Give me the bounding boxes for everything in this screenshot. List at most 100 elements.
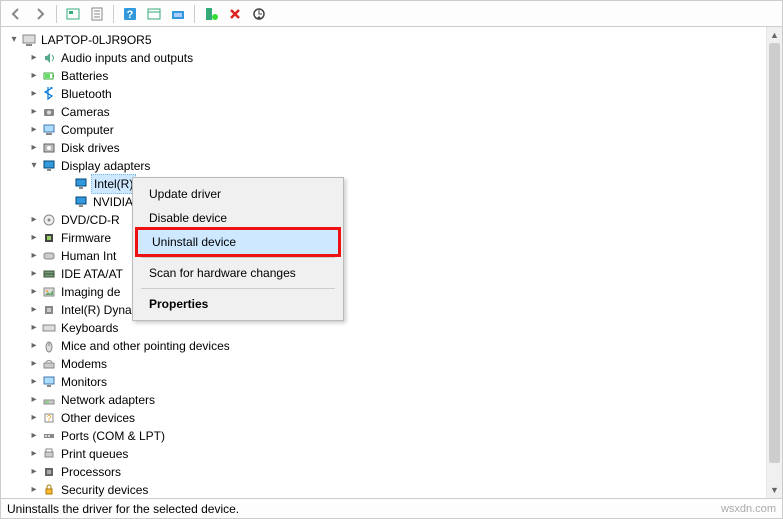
expander-icon[interactable]: ▾ — [27, 157, 41, 175]
tree-category[interactable]: ▸ Security devices — [1, 481, 782, 498]
expander-icon[interactable]: ▸ — [27, 355, 41, 373]
toolbar-separator — [113, 5, 114, 23]
category-label: Keyboards — [61, 319, 118, 337]
display-icon — [73, 176, 89, 192]
tree-category[interactable]: ▸ Human Int — [1, 247, 782, 265]
expander-icon[interactable]: ▸ — [27, 265, 41, 283]
tree-device[interactable]: Intel(R) — [1, 175, 782, 193]
scroll-up-icon[interactable]: ▲ — [767, 27, 782, 43]
category-label: Monitors — [61, 373, 107, 391]
show-hidden-button[interactable] — [62, 3, 84, 25]
expander-icon[interactable]: ▸ — [27, 409, 41, 427]
properties-button[interactable] — [86, 3, 108, 25]
remove-button[interactable] — [224, 3, 246, 25]
expander-icon[interactable]: ▸ — [27, 283, 41, 301]
expander-icon[interactable]: ▸ — [27, 463, 41, 481]
dvd-icon — [41, 212, 57, 228]
tree-category[interactable]: ▸Disk drives — [1, 139, 782, 157]
tree-category[interactable]: ▸?Other devices — [1, 409, 782, 427]
tree-category[interactable]: ▸ Cameras — [1, 103, 782, 121]
network-icon — [41, 392, 57, 408]
expander-icon[interactable]: ▸ — [27, 67, 41, 85]
expander-icon[interactable]: ▸ — [27, 121, 41, 139]
tree-device[interactable]: NVIDIA — [1, 193, 782, 211]
tree-root[interactable]: ▾ LAPTOP-0LJR9OR5 — [1, 31, 782, 49]
root-label: LAPTOP-0LJR9OR5 — [41, 31, 152, 49]
tree-category[interactable]: ▸ Ports (COM & LPT) — [1, 427, 782, 445]
update-button[interactable] — [248, 3, 270, 25]
back-button[interactable] — [5, 3, 27, 25]
tree-category[interactable]: ▸ Monitors — [1, 373, 782, 391]
tree-category[interactable]: ▸ Batteries — [1, 67, 782, 85]
expander-icon[interactable]: ▸ — [27, 301, 41, 319]
toolbar: ? — [1, 1, 782, 27]
scan-button[interactable] — [167, 3, 189, 25]
device-tree[interactable]: ▾ LAPTOP-0LJR9OR5 ▸Audio inputs and outp… — [1, 27, 782, 498]
forward-button[interactable] — [29, 3, 51, 25]
category-label: Batteries — [61, 67, 108, 85]
category-label: Mice and other pointing devices — [61, 337, 230, 355]
menu-update-driver[interactable]: Update driver — [135, 182, 341, 206]
view-button[interactable] — [143, 3, 165, 25]
tree-category[interactable]: ▸Print queues — [1, 445, 782, 463]
expander-icon[interactable]: ▸ — [27, 427, 41, 445]
category-label: Imaging de — [61, 283, 120, 301]
category-label: Network adapters — [61, 391, 155, 409]
tree-category[interactable]: ▸Intel(R) Dynamic Platform and Thermal F… — [1, 301, 782, 319]
status-text: Uninstalls the driver for the selected d… — [7, 502, 239, 516]
category-label: Ports (COM & LPT) — [61, 427, 165, 445]
category-label: Firmware — [61, 229, 111, 247]
tree-category[interactable]: ▸IDE ATA/AT — [1, 265, 782, 283]
expander-icon[interactable]: ▸ — [27, 481, 41, 498]
bluetooth-icon — [41, 86, 57, 102]
expander-icon[interactable]: ▸ — [27, 85, 41, 103]
computer-icon — [21, 32, 37, 48]
expander-icon[interactable]: ▾ — [7, 31, 21, 49]
tree-category[interactable]: ▸ Mice and other pointing devices — [1, 337, 782, 355]
tree-category[interactable]: ▸Audio inputs and outputs — [1, 49, 782, 67]
tree-category[interactable]: ▸ Bluetooth — [1, 85, 782, 103]
vertical-scrollbar[interactable]: ▲ ▼ — [766, 27, 782, 498]
expander-icon[interactable]: ▸ — [27, 247, 41, 265]
ide-icon — [41, 266, 57, 282]
category-label: Human Int — [61, 247, 116, 265]
menu-uninstall-device[interactable]: Uninstall device — [138, 230, 338, 254]
menu-scan-changes[interactable]: Scan for hardware changes — [135, 261, 341, 285]
expander-icon[interactable]: ▸ — [27, 103, 41, 121]
computer-icon — [41, 122, 57, 138]
tree-category[interactable]: ▸Modems — [1, 355, 782, 373]
tree-category[interactable]: ▸DVD/CD-R — [1, 211, 782, 229]
svg-text:?: ? — [47, 414, 52, 423]
scroll-down-icon[interactable]: ▼ — [767, 482, 782, 498]
add-button[interactable] — [200, 3, 222, 25]
firmware-icon — [41, 230, 57, 246]
tree-category[interactable]: ▸ Computer — [1, 121, 782, 139]
expander-icon[interactable]: ▸ — [27, 373, 41, 391]
expander-icon[interactable]: ▸ — [27, 49, 41, 67]
help-button[interactable]: ? — [119, 3, 141, 25]
category-label: Cameras — [61, 103, 110, 121]
expander-icon[interactable]: ▸ — [27, 445, 41, 463]
tree-category[interactable]: ▸ Keyboards — [1, 319, 782, 337]
expander-icon[interactable]: ▸ — [27, 139, 41, 157]
tree-category[interactable]: ▾Display adapters — [1, 157, 782, 175]
tree-category[interactable]: ▸ Firmware — [1, 229, 782, 247]
other-icon: ? — [41, 410, 57, 426]
expander-icon[interactable]: ▸ — [27, 319, 41, 337]
expander-icon[interactable]: ▸ — [27, 337, 41, 355]
category-label: Security devices — [61, 481, 148, 498]
tree-category[interactable]: ▸Processors — [1, 463, 782, 481]
device-tree-panel: ▾ LAPTOP-0LJR9OR5 ▸Audio inputs and outp… — [1, 27, 782, 498]
category-label: Computer — [61, 121, 114, 139]
scroll-thumb[interactable] — [769, 43, 780, 463]
battery-icon — [41, 68, 57, 84]
expander-icon[interactable]: ▸ — [27, 229, 41, 247]
expander-icon[interactable]: ▸ — [27, 211, 41, 229]
hid-icon — [41, 248, 57, 264]
tree-category[interactable]: ▸ Network adapters — [1, 391, 782, 409]
menu-properties[interactable]: Properties — [135, 292, 341, 316]
menu-divider — [141, 288, 335, 289]
expander-icon[interactable]: ▸ — [27, 391, 41, 409]
tree-category[interactable]: ▸ Imaging de — [1, 283, 782, 301]
category-label: Bluetooth — [61, 85, 112, 103]
